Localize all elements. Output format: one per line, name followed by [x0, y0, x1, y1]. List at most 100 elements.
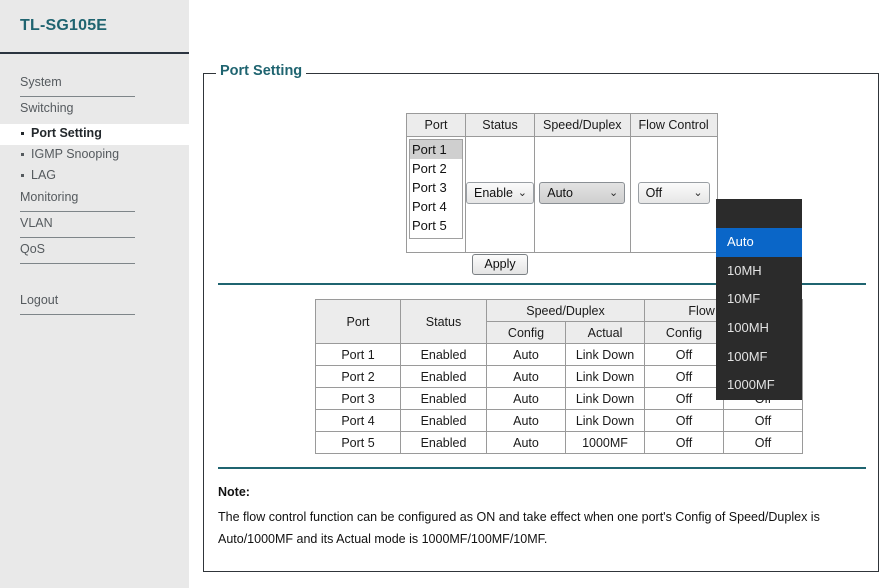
- cell-speed-actual: Link Down: [565, 409, 645, 432]
- dropdown-option-10mh[interactable]: 10MH: [716, 257, 802, 286]
- cell-flow-config: Off: [644, 431, 724, 454]
- panel-legend: Port Setting: [216, 63, 307, 79]
- cell-flow-config: Off: [644, 409, 724, 432]
- cell-status: Enabled: [400, 387, 487, 410]
- note-title: Note:: [218, 485, 250, 499]
- speed-select-cell: Auto ⌄: [534, 136, 631, 253]
- sidebar-item-label: Monitoring: [20, 190, 79, 204]
- cell-flow-config: Off: [644, 365, 724, 388]
- cell-speed-actual: Link Down: [565, 365, 645, 388]
- sidebar-item-label: QoS: [20, 242, 46, 256]
- sidebar-item-qos[interactable]: QoS: [0, 239, 189, 265]
- header-port: Port: [315, 299, 401, 344]
- cell-port: Port 4: [315, 409, 401, 432]
- header-flow-config: Config: [644, 321, 724, 344]
- port-option-2[interactable]: Port 2: [410, 159, 462, 178]
- sidebar-item-monitoring[interactable]: Monitoring: [0, 187, 189, 213]
- sidebar-item-rule: [20, 96, 135, 97]
- speed-duplex-select[interactable]: Auto ⌄: [539, 182, 626, 204]
- header-port: Port: [406, 113, 466, 137]
- cell-port: Port 2: [315, 365, 401, 388]
- status-select-cell: Enable ⌄: [465, 136, 535, 253]
- sidebar-item-igmp-snooping[interactable]: IGMP Snooping: [0, 145, 189, 166]
- cell-port: Port 5: [315, 431, 401, 454]
- speed-duplex-select-value: Auto: [547, 186, 573, 200]
- bullet-icon: [21, 174, 24, 177]
- table-row: Port 5 Enabled Auto 1000MF Off Off: [315, 431, 803, 454]
- cell-flow-actual: Off: [723, 431, 803, 454]
- port-option-4[interactable]: Port 4: [410, 197, 462, 216]
- sidebar-item-rule: [20, 314, 135, 315]
- sidebar-item-logout[interactable]: Logout: [0, 290, 189, 316]
- cell-speed-config: Auto: [486, 365, 566, 388]
- sidebar-item-switching[interactable]: Switching: [0, 98, 189, 124]
- port-listbox[interactable]: Port 1 Port 2 Port 3 Port 4 Port 5: [409, 139, 463, 239]
- sidebar-item-lag[interactable]: LAG: [0, 166, 189, 187]
- sidebar-item-vlan[interactable]: VLAN: [0, 213, 189, 239]
- sidebar-item-label: Port Setting: [31, 126, 102, 140]
- cell-status: Enabled: [400, 431, 487, 454]
- flow-control-select[interactable]: Off ⌄: [637, 182, 710, 204]
- main-content: Port Setting Port Status Speed/Duplex Fl…: [189, 0, 896, 588]
- status-select[interactable]: Enable ⌄: [466, 182, 534, 204]
- dropdown-top-padding: [716, 199, 802, 228]
- port-option-1[interactable]: Port 1: [410, 140, 462, 159]
- sidebar-item-port-setting[interactable]: Port Setting: [0, 124, 189, 145]
- port-option-5[interactable]: Port 5: [410, 216, 462, 235]
- chevron-down-icon: ⌄: [517, 187, 527, 199]
- chevron-down-icon: ⌄: [693, 187, 703, 199]
- flow-control-select-value: Off: [645, 186, 663, 200]
- dropdown-option-100mh[interactable]: 100MH: [716, 314, 802, 343]
- sidebar-item-label: LAG: [31, 168, 57, 182]
- cell-flow-config: Off: [644, 343, 724, 366]
- note-body: The flow control function can be configu…: [218, 510, 820, 546]
- sidebar-item-rule: [20, 263, 135, 264]
- dropdown-option-10mf[interactable]: 10MF: [716, 285, 802, 314]
- table-header-row: Port Status Speed/Duplex Flow Control: [406, 113, 718, 137]
- sidebar-item-rule: [20, 211, 135, 212]
- cell-status: Enabled: [400, 343, 487, 366]
- sidebar-item-label: IGMP Snooping: [31, 147, 120, 161]
- page-root: TL-SG105E System Switching Port Setting …: [0, 0, 896, 588]
- bullet-icon: [21, 132, 24, 135]
- header-speed-actual: Actual: [565, 321, 645, 344]
- port-option-3[interactable]: Port 3: [410, 178, 462, 197]
- sidebar-nav: System Switching Port Setting IGMP Snoop…: [0, 72, 189, 316]
- port-list-cell: Port 1 Port 2 Port 3 Port 4 Port 5: [406, 136, 466, 253]
- cell-flow-actual: Off: [723, 409, 803, 432]
- cell-speed-config: Auto: [486, 431, 566, 454]
- header-speed-duplex: Speed/Duplex: [486, 299, 645, 322]
- header-speed-config: Config: [486, 321, 566, 344]
- chevron-down-icon: ⌄: [609, 187, 619, 199]
- dropdown-option-100mf[interactable]: 100MF: [716, 343, 802, 372]
- cell-port: Port 3: [315, 387, 401, 410]
- sidebar-item-system[interactable]: System: [0, 72, 189, 98]
- cell-status: Enabled: [400, 409, 487, 432]
- apply-button[interactable]: Apply: [472, 254, 528, 275]
- header-speed-duplex: Speed/Duplex: [534, 113, 631, 137]
- cell-port: Port 1: [315, 343, 401, 366]
- cell-flow-config: Off: [644, 387, 724, 410]
- sidebar: TL-SG105E System Switching Port Setting …: [0, 0, 189, 588]
- cell-speed-config: Auto: [486, 387, 566, 410]
- dropdown-option-auto[interactable]: Auto: [716, 228, 802, 257]
- cell-speed-actual: Link Down: [565, 343, 645, 366]
- sidebar-item-label: Switching: [20, 101, 74, 115]
- brand-title: TL-SG105E: [20, 17, 108, 34]
- cell-speed-actual: 1000MF: [565, 431, 645, 454]
- sidebar-item-label: Logout: [20, 293, 59, 307]
- cell-speed-config: Auto: [486, 343, 566, 366]
- header-flow-control: Flow Control: [629, 113, 718, 137]
- dropdown-option-1000mf[interactable]: 1000MF: [716, 371, 802, 400]
- table-row: Port 1 Port 2 Port 3 Port 4 Port 5 Enabl…: [406, 136, 718, 253]
- cell-speed-config: Auto: [486, 409, 566, 432]
- header-status: Status: [465, 113, 535, 137]
- brand-divider: [0, 52, 189, 54]
- flow-select-cell: Off ⌄: [629, 136, 718, 253]
- cell-speed-actual: Link Down: [565, 387, 645, 410]
- sidebar-item-rule: [20, 237, 135, 238]
- speed-duplex-dropdown-list[interactable]: Auto 10MH 10MF 100MH 100MF 1000MF: [716, 199, 802, 400]
- cell-status: Enabled: [400, 365, 487, 388]
- sidebar-item-label: VLAN: [20, 216, 53, 230]
